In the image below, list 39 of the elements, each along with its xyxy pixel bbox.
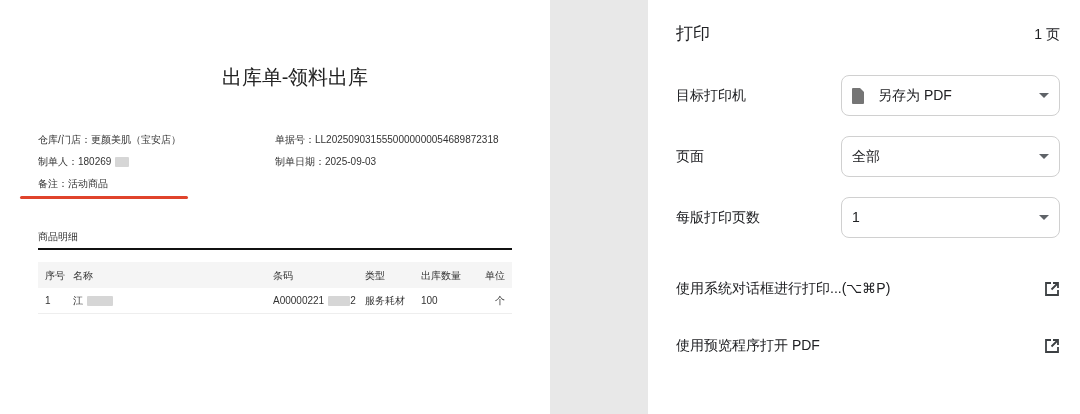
redacted-text	[115, 156, 130, 167]
setting-label: 目标打印机	[676, 86, 747, 105]
caret-icon	[1039, 153, 1049, 160]
table-cell-text: 1	[45, 294, 52, 308]
dropdown[interactable]: 全部	[841, 136, 1060, 177]
table-cell-text: A00000221	[273, 294, 325, 308]
document-title: 出库单-领料出库	[220, 65, 370, 90]
dropdown[interactable]: 1	[841, 197, 1060, 238]
setting-label: 页面	[676, 147, 705, 166]
redacted-text	[328, 295, 351, 306]
menu-link[interactable]: 使用系统对话框进行打印...(⌥⌘P)	[676, 278, 891, 299]
section-title: 商品明细	[38, 230, 79, 244]
setting-label: 每版打印页数	[676, 208, 761, 227]
table-cell-text: 个	[494, 294, 505, 308]
external-link-icon	[1044, 337, 1060, 354]
column-header: 类型	[365, 268, 386, 283]
table-cell-text: 100	[421, 294, 439, 308]
table-cell-text: 江	[73, 294, 83, 308]
column-header: 条码	[273, 268, 294, 283]
column-header: 序号	[45, 268, 66, 283]
caret-icon	[1039, 92, 1049, 99]
table-cell-text: 2	[350, 294, 356, 308]
redacted-text	[87, 295, 113, 306]
document-icon	[852, 87, 864, 104]
column-header: 出库数量	[421, 268, 462, 283]
column-header: 单位	[484, 268, 505, 283]
field-text: 单据号：LL2025090315550000000054689872318	[275, 134, 499, 145]
dropdown[interactable]: 另存为 PDF	[841, 75, 1060, 116]
table-cell-text: 服务耗材	[365, 294, 406, 308]
panel-title: 打印	[676, 23, 710, 46]
field-text: 制单人：180269	[38, 155, 112, 169]
column-header: 名称	[73, 268, 94, 283]
field-text: 备注：活动商品	[38, 177, 108, 191]
caret-icon	[1039, 214, 1049, 221]
field-text: 制单日期：2025-09-03	[275, 156, 378, 167]
page-count: 1 页	[1034, 24, 1060, 44]
field-text: 仓库/门店：更颜美肌（宝安店）	[38, 133, 181, 147]
external-link-icon	[1044, 280, 1060, 297]
menu-link[interactable]: 使用预览程序打开 PDF	[676, 335, 820, 356]
